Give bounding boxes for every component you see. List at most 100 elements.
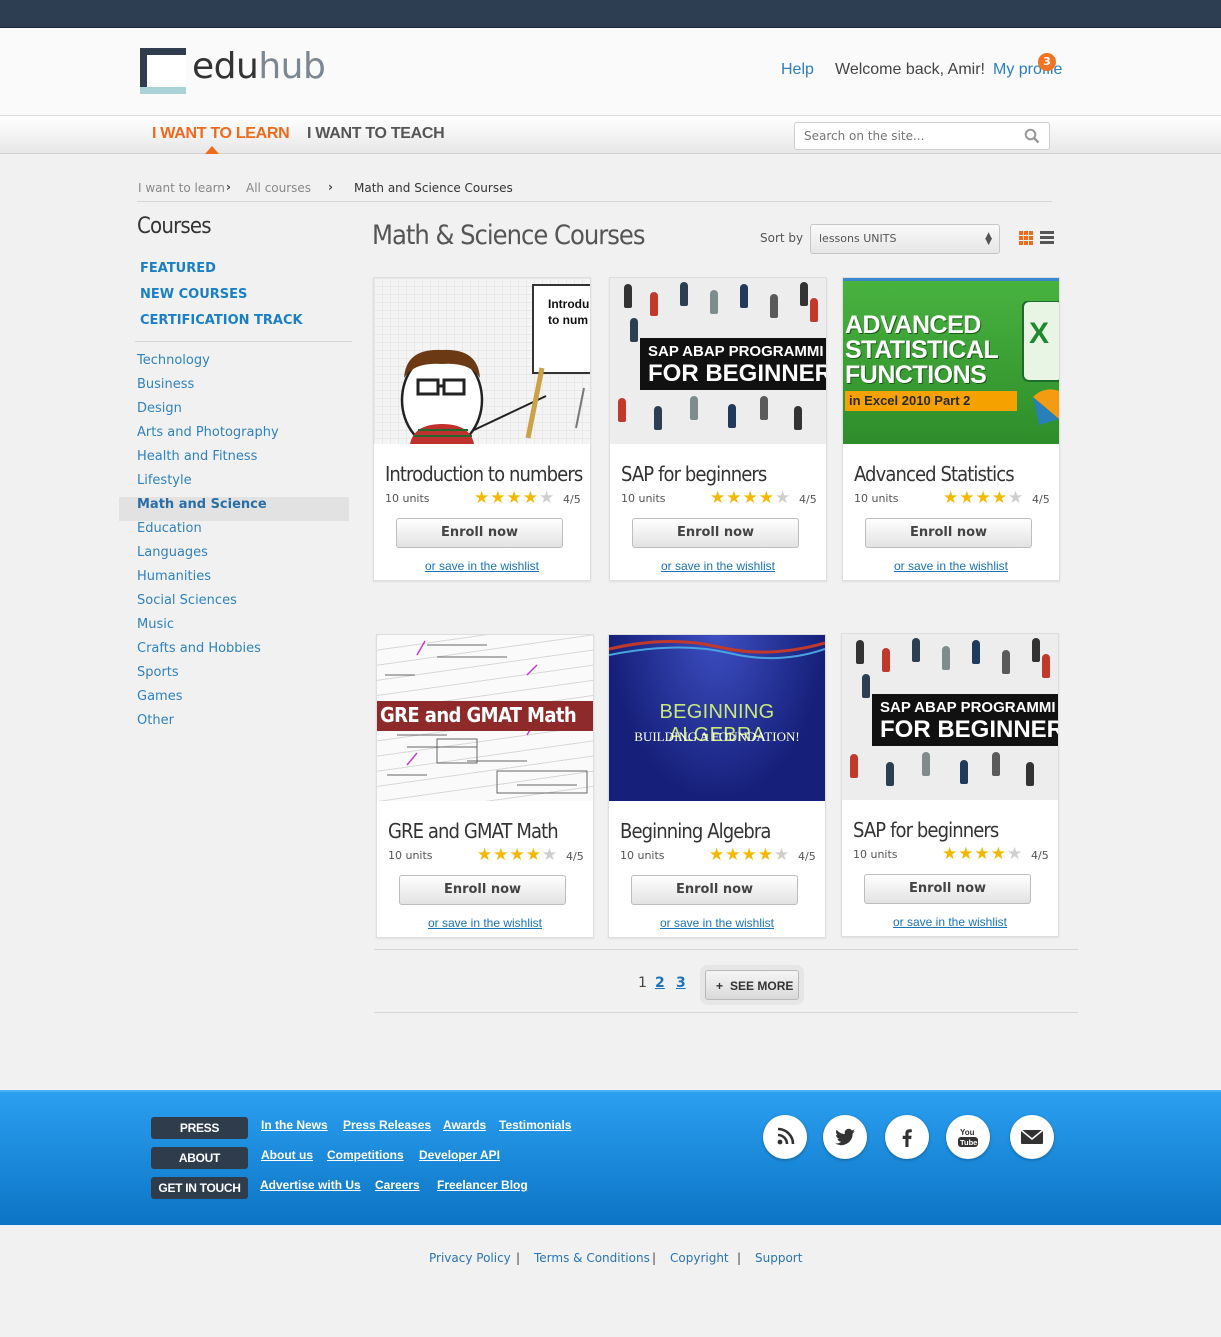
person-figure-icon xyxy=(960,760,968,784)
sidebar-item-business[interactable]: Business xyxy=(119,377,349,401)
list-view-icon[interactable] xyxy=(1040,231,1054,245)
course-card[interactable]: SAP ABAP PROGRAMMI FOR BEGINNER SAP for b… xyxy=(841,633,1059,937)
course-card[interactable]: ADVANCED STATISTICAL FUNCTIONS in Excel 20… xyxy=(842,277,1060,581)
person-figure-icon xyxy=(942,646,950,670)
person-figure-icon xyxy=(912,638,920,662)
enroll-button[interactable]: Enroll now xyxy=(396,518,563,548)
copyright-link[interactable]: Copyright xyxy=(670,1251,729,1265)
sidebar-item-education[interactable]: Education xyxy=(119,521,349,545)
course-title[interactable]: GRE and GMAT Math xyxy=(388,819,559,843)
sidebar-item-sports[interactable]: Sports xyxy=(119,665,349,689)
logo-icon[interactable] xyxy=(140,48,186,94)
sidebar-link-certification[interactable]: CERTIFICATION TRACK xyxy=(140,313,303,328)
search-icon[interactable] xyxy=(1024,128,1040,144)
breadcrumb-current: Math and Science Courses xyxy=(354,181,513,195)
privacy-policy-link[interactable]: Privacy Policy xyxy=(429,1251,511,1265)
sidebar-item-music[interactable]: Music xyxy=(119,617,349,641)
tab-teach[interactable]: I WANT TO TEACH xyxy=(307,125,445,143)
see-more-button[interactable]: + SEE MORE xyxy=(705,970,799,1000)
page-title: Math & Science Courses xyxy=(372,220,645,251)
breadcrumb-item[interactable]: I want to learn xyxy=(138,181,225,195)
course-title[interactable]: Introduction to numbers xyxy=(385,462,583,486)
sidebar-item-technology[interactable]: Technology xyxy=(119,353,349,377)
wishlist-link[interactable]: or save in the wishlist xyxy=(609,916,825,930)
course-card[interactable]: GRE and GMAT Math GRE and GMAT Math 10 u… xyxy=(376,634,594,938)
wishlist-link[interactable]: or save in the wishlist xyxy=(374,559,590,573)
tab-learn[interactable]: I WANT TO LEARN xyxy=(152,125,290,143)
wishlist-link[interactable]: or save in the wishlist xyxy=(377,916,593,930)
sidebar-title: Courses xyxy=(137,214,212,239)
course-card[interactable]: BEGINNING ALGEBRA BUILDING A FOUNDATION!… xyxy=(608,634,826,938)
twitter-icon[interactable] xyxy=(823,1115,867,1159)
notification-badge[interactable]: 3 xyxy=(1038,53,1056,71)
support-link[interactable]: Support xyxy=(755,1251,802,1265)
course-title[interactable]: Advanced Statistics xyxy=(854,462,1015,486)
sidebar-item-humanities[interactable]: Humanities xyxy=(119,569,349,593)
sidebar-item-lifestyle[interactable]: Lifestyle xyxy=(119,473,349,497)
footer-link-about-us[interactable]: About us xyxy=(261,1148,313,1162)
sidebar-link-featured[interactable]: FEATURED xyxy=(140,261,216,276)
footer-link-developer-api[interactable]: Developer API xyxy=(419,1148,500,1162)
logo-text[interactable]: eduhub xyxy=(192,46,326,87)
course-title[interactable]: SAP for beginners xyxy=(621,462,767,486)
enroll-button[interactable]: Enroll now xyxy=(865,518,1032,548)
enroll-button[interactable]: Enroll now xyxy=(631,875,798,905)
wishlist-link[interactable]: or save in the wishlist xyxy=(842,915,1058,929)
footer-link-press-releases[interactable]: Press Releases xyxy=(343,1118,431,1132)
course-thumbnail[interactable]: ADVANCED STATISTICAL FUNCTIONS in Excel 20… xyxy=(843,278,1059,444)
enroll-button[interactable]: Enroll now xyxy=(632,518,799,548)
footer-link-competitions[interactable]: Competitions xyxy=(327,1148,404,1162)
search-input[interactable] xyxy=(794,122,1050,150)
youtube-icon[interactable]: You Tube xyxy=(946,1115,990,1159)
person-figure-icon xyxy=(728,404,736,428)
course-card[interactable]: SAP ABAP PROGRAMMI FOR BEGINNER SAP for b… xyxy=(609,277,827,581)
enroll-button[interactable]: Enroll now xyxy=(864,874,1031,904)
email-icon[interactable] xyxy=(1010,1115,1054,1159)
grid-view-icon[interactable] xyxy=(1019,231,1033,245)
page-link[interactable]: 2 xyxy=(655,975,665,991)
course-thumbnail[interactable]: Introdu to num xyxy=(374,278,590,444)
sidebar-link-new-courses[interactable]: NEW COURSES xyxy=(140,287,247,302)
sidebar-item-languages[interactable]: Languages xyxy=(119,545,349,569)
course-title[interactable]: Beginning Algebra xyxy=(620,819,771,843)
footer-label-press: PRESS xyxy=(151,1117,248,1139)
enroll-button[interactable]: Enroll now xyxy=(399,875,566,905)
footer-link-testimonials[interactable]: Testimonials xyxy=(499,1118,571,1132)
course-title[interactable]: SAP for beginners xyxy=(853,818,999,842)
breadcrumb-item[interactable]: All courses xyxy=(246,181,311,195)
help-link[interactable]: Help xyxy=(781,61,814,79)
rating-text: 4/5 xyxy=(566,850,584,863)
page-link[interactable]: 3 xyxy=(676,975,686,991)
person-figure-icon xyxy=(760,396,768,420)
sidebar-item-arts-and-photography[interactable]: Arts and Photography xyxy=(119,425,349,449)
wishlist-link[interactable]: or save in the wishlist xyxy=(843,559,1059,573)
person-figure-icon xyxy=(650,292,658,316)
sidebar-item-design[interactable]: Design xyxy=(119,401,349,425)
wishlist-link[interactable]: or save in the wishlist xyxy=(610,559,826,573)
course-units: 10 units xyxy=(621,492,666,505)
person-figure-icon xyxy=(862,674,870,698)
sidebar-item-crafts-and-hobbies[interactable]: Crafts and Hobbies xyxy=(119,641,349,665)
course-card[interactable]: Introdu to num Introduction to numbers 10… xyxy=(373,277,591,581)
terms-link[interactable]: Terms & Conditions xyxy=(534,1251,650,1265)
course-thumbnail[interactable]: SAP ABAP PROGRAMMI FOR BEGINNER xyxy=(610,278,826,444)
sidebar-item-health-and-fitness[interactable]: Health and Fitness xyxy=(119,449,349,473)
sort-select[interactable]: lessons UNITS ▲ ▼ xyxy=(810,224,1000,254)
rss-icon[interactable] xyxy=(763,1115,807,1159)
course-thumbnail[interactable]: GRE and GMAT Math xyxy=(377,635,593,801)
footer-link-freelancer-blog[interactable]: Freelancer Blog xyxy=(437,1178,528,1192)
course-thumbnail[interactable]: BEGINNING ALGEBRA BUILDING A FOUNDATION! xyxy=(609,635,825,801)
sidebar-item-math-and-science[interactable]: Math and Science xyxy=(119,497,349,521)
course-thumbnail[interactable]: SAP ABAP PROGRAMMI FOR BEGINNER xyxy=(842,634,1058,800)
sidebar-item-other[interactable]: Other xyxy=(119,713,349,737)
footer-link-advertise[interactable]: Advertise with Us xyxy=(260,1178,361,1192)
chevron-right-icon: › xyxy=(328,180,333,194)
sidebar-item-games[interactable]: Games xyxy=(119,689,349,713)
footer-link-in-the-news[interactable]: In the News xyxy=(261,1118,328,1132)
person-figure-icon xyxy=(856,640,864,664)
person-figure-icon xyxy=(740,284,748,308)
footer-link-awards[interactable]: Awards xyxy=(443,1118,486,1132)
footer-link-careers[interactable]: Careers xyxy=(375,1178,420,1192)
sidebar-item-social-sciences[interactable]: Social Sciences xyxy=(119,593,349,617)
facebook-icon[interactable] xyxy=(885,1115,929,1159)
